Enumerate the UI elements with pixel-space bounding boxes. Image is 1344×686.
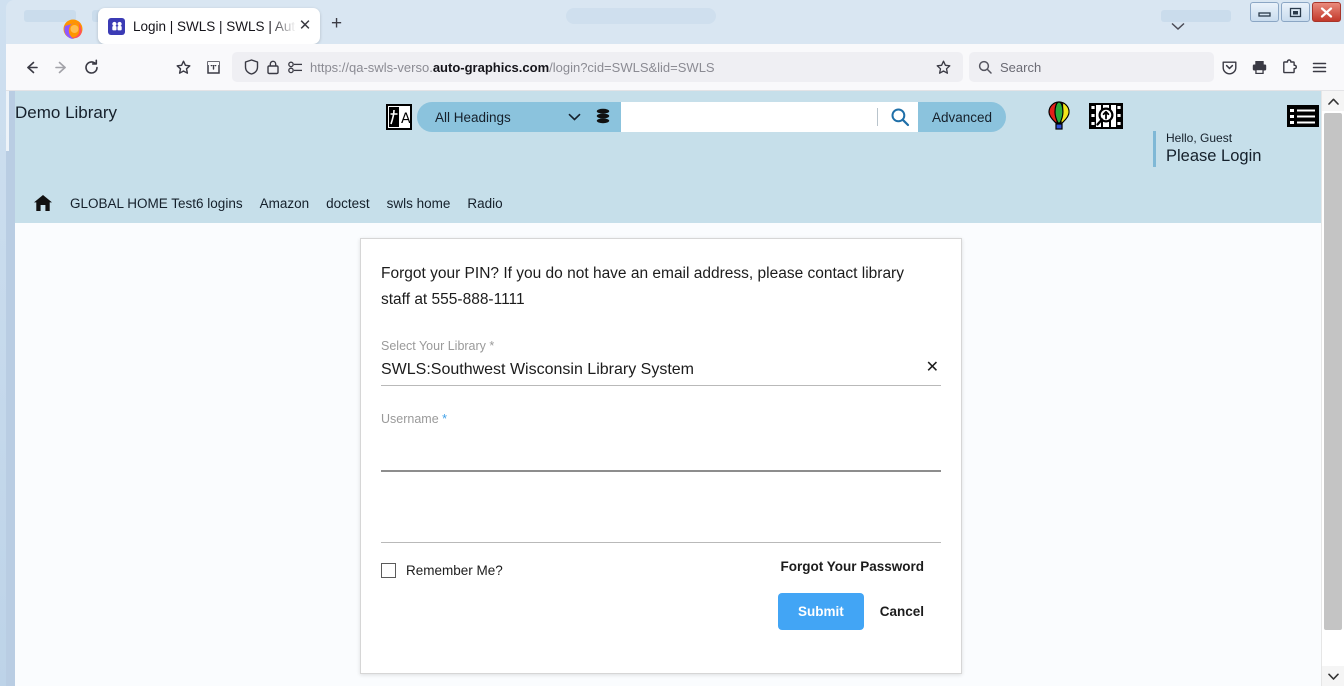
nav-link-amazon[interactable]: Amazon: [260, 196, 310, 211]
hamburger-menu-icon[interactable]: [1304, 52, 1334, 82]
lock-icon[interactable]: [262, 56, 284, 78]
browser-tab[interactable]: Login | SWLS | SWLS | Auto-Graphics ✕: [98, 8, 320, 44]
url-text: https://qa-swls-verso.auto-graphics.com/…: [310, 60, 931, 75]
nav-link-doctest[interactable]: doctest: [326, 196, 370, 211]
password-field[interactable]: [381, 498, 941, 543]
forward-arrow-icon[interactable]: [46, 52, 76, 82]
login-action-row: Submit Cancel: [777, 593, 924, 630]
extensions-puzzle-icon[interactable]: [1274, 52, 1304, 82]
greeting-text: Hello, Guest: [1166, 131, 1233, 145]
hot-air-balloon-icon[interactable]: [1045, 101, 1073, 136]
scrollbar-up-arrow-icon[interactable]: [1322, 91, 1344, 111]
login-card: Forgot your PIN? If you do not have an e…: [360, 238, 962, 674]
please-login-link[interactable]: Please Login: [1166, 146, 1261, 167]
home-icon[interactable]: [33, 194, 53, 212]
cancel-button[interactable]: Cancel: [880, 604, 924, 619]
library-select-label-text: Select Your Library: [381, 339, 486, 353]
library-select-field[interactable]: Select Your Library * SWLS:Southwest Wis…: [381, 339, 941, 386]
library-select-value: SWLS:Southwest Wisconsin Library System: [381, 361, 694, 378]
new-tab-button[interactable]: +: [331, 14, 342, 33]
search-scope-dropdown[interactable]: All Headings: [417, 102, 621, 132]
advanced-search-button[interactable]: Advanced: [918, 102, 1007, 132]
url-path: /login?cid=SWLS&lid=SWLS: [549, 59, 715, 75]
search-input[interactable]: Search: [969, 52, 1214, 82]
site-search-input[interactable]: [621, 102, 873, 132]
ag-favicon: [108, 17, 125, 35]
nav-link-global-home[interactable]: GLOBAL HOME Test6 logins: [70, 196, 243, 211]
list-all-tabs-chevron-down-icon[interactable]: [1171, 18, 1185, 36]
reload-icon[interactable]: [76, 52, 106, 82]
print-icon[interactable]: [1244, 52, 1274, 82]
submit-button[interactable]: Submit: [777, 593, 864, 630]
translate-icon[interactable]: A: [386, 104, 412, 135]
search-icon: [890, 108, 909, 127]
browser-window: Login | SWLS | SWLS | Auto-Graphics ✕ +: [0, 0, 1344, 686]
library-select-label: Select Your Library *: [381, 339, 941, 353]
nav-link-swls-home[interactable]: swls home: [387, 196, 451, 211]
bookmark-star-icon[interactable]: [168, 52, 198, 82]
library-field-underline: [381, 385, 941, 386]
page-viewport: Demo Library A All Headings Advanced Hel…: [6, 91, 1344, 686]
page-scrollbar[interactable]: [1321, 91, 1344, 686]
background-window-artifact: [566, 8, 716, 24]
username-field[interactable]: Username *: [381, 412, 941, 472]
firefox-logo-icon: [62, 18, 84, 40]
close-button[interactable]: [1312, 2, 1341, 22]
library-clear-icon[interactable]: ✕: [926, 360, 939, 376]
tab-strip: Login | SWLS | SWLS | Auto-Graphics ✕ +: [6, 0, 1344, 44]
back-arrow-icon[interactable]: [16, 52, 46, 82]
remember-me-label[interactable]: Remember Me?: [406, 563, 503, 578]
nav-link-radio[interactable]: Radio: [467, 196, 502, 211]
browser-toolbar: https://qa-swls-verso.auto-graphics.com/…: [6, 44, 1344, 91]
required-asterisk: *: [442, 412, 448, 426]
username-label: Username *: [381, 412, 941, 426]
username-input[interactable]: [381, 426, 941, 470]
search-icon: [978, 60, 992, 74]
scrollbar-thumb[interactable]: [1324, 113, 1342, 630]
save-to-collection-icon[interactable]: [198, 52, 228, 82]
forgot-password-link[interactable]: Forgot Your Password: [780, 559, 924, 574]
login-card-footer: Remember Me? Forgot Your Password Submit…: [381, 559, 941, 649]
database-stack-icon[interactable]: [595, 108, 611, 126]
required-asterisk: *: [489, 339, 495, 353]
site-header: Demo Library A All Headings Advanced Hel…: [15, 91, 1321, 183]
password-input[interactable]: [381, 498, 941, 542]
url-prefix: https://qa-swls-verso.: [310, 59, 433, 75]
site-navigation-bar: GLOBAL HOME Test6 logins Amazon doctest …: [15, 183, 1321, 223]
minimize-button[interactable]: [1250, 2, 1279, 22]
tab-title: Login | SWLS | SWLS | Auto-Graphics: [133, 18, 296, 34]
search-scope-label: All Headings: [435, 109, 511, 125]
scrollbar-down-arrow-icon[interactable]: [1322, 666, 1344, 686]
chevron-down-icon: [568, 113, 581, 121]
image-search-icon[interactable]: [1089, 102, 1123, 135]
star-icon[interactable]: [931, 55, 955, 79]
forgot-pin-note: Forgot your PIN? If you do not have an e…: [381, 265, 904, 308]
search-placeholder: Search: [1000, 59, 1042, 75]
account-status[interactable]: Hello, Guest Please Login: [1153, 131, 1261, 167]
username-field-underline: [381, 470, 941, 472]
list-view-icon[interactable]: [1286, 104, 1320, 133]
window-controls: [1250, 2, 1341, 22]
page-left-margin: [6, 91, 15, 686]
svg-text:A: A: [401, 111, 411, 127]
restore-button[interactable]: [1281, 2, 1310, 22]
shield-icon[interactable]: [240, 56, 262, 78]
password-field-underline: [381, 542, 941, 543]
site-title: Demo Library: [15, 103, 118, 122]
username-label-text: Username: [381, 412, 439, 426]
url-bar[interactable]: https://qa-swls-verso.auto-graphics.com/…: [232, 52, 963, 82]
permissions-icon[interactable]: [284, 56, 306, 78]
remember-me-checkbox[interactable]: [381, 563, 396, 578]
pocket-icon[interactable]: [1214, 52, 1244, 82]
tab-close-icon[interactable]: ✕: [296, 17, 314, 35]
url-host: auto-graphics.com: [432, 59, 550, 75]
